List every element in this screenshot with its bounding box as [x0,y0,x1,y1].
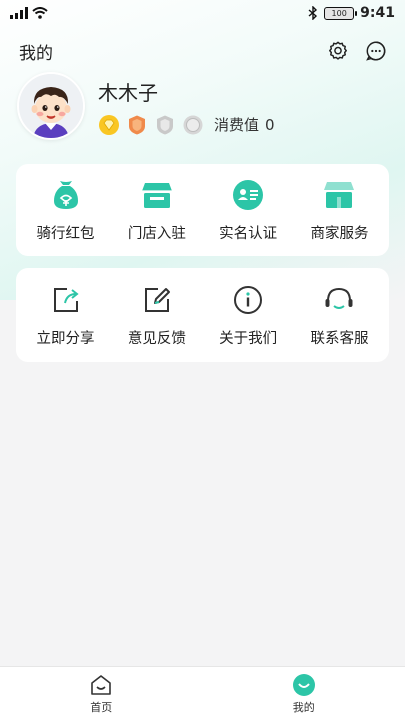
consumption-value: 消费值 0 [214,114,275,135]
battery-level: 100 [331,8,347,18]
tab-mine-label: 我的 [292,700,315,714]
battery-indicator: 100 [324,6,358,20]
bluetooth-icon [308,6,318,20]
quick-action-label: 实名认证 [219,225,278,242]
share-icon [53,287,79,312]
gold-diamond-badge-icon [99,114,119,135]
more-action-label: 联系客服 [310,330,369,347]
quick-actions-card: 骑行红包 门店入驻 实名认证 商家服务 [16,164,389,256]
merchant-service-icon [324,181,355,208]
page-header: 我的 [0,36,405,66]
tab-home-label: 首页 [90,700,113,714]
quick-action-label: 商家服务 [310,225,369,242]
more-action-label: 关于我们 [219,330,278,347]
merchant-service-button[interactable]: 商家服务 [294,164,385,256]
status-bar: 100 9:41 [0,0,405,26]
feedback-button[interactable]: 意见反馈 [111,268,202,362]
status-time: 9:41 [360,5,395,21]
quick-action-label: 门店入驻 [127,225,186,242]
quick-action-label: 骑行红包 [36,225,95,242]
headset-icon [325,287,353,309]
smile-profile-icon [292,673,315,696]
profile-section[interactable]: 木木子 消费值 0 [17,71,397,141]
gold-level-badge[interactable] [98,114,120,136]
page-title: 我的 [19,43,53,64]
info-icon [234,285,263,314]
tab-mine[interactable]: 我的 [203,667,405,720]
about-us-button[interactable]: 关于我们 [203,268,294,362]
home-icon [91,674,112,695]
id-card-icon [233,179,264,210]
cartoon-boy-avatar-icon [19,74,83,138]
grey-shield-badge-icon [157,115,173,134]
ride-red-packet-button[interactable]: 骑行红包 [20,164,111,256]
bronze-shield-badge-icon [129,115,145,134]
more-action-label: 立即分享 [36,330,95,347]
store-icon [141,182,172,208]
messages-button[interactable] [364,39,388,63]
gear-icon [329,41,347,60]
bottom-tab-bar: 首页 我的 [0,666,405,720]
share-now-button[interactable]: 立即分享 [20,268,111,362]
grey-medal-badge-icon [183,115,203,134]
store-settle-button[interactable]: 门店入驻 [111,164,202,256]
red-packet-icon [53,180,78,209]
consumption-label: 消费值 [214,116,260,134]
locked-level-badge[interactable] [182,114,204,136]
feedback-edit-icon [144,287,170,312]
contact-support-button[interactable]: 联系客服 [294,268,385,362]
avatar[interactable] [17,72,85,140]
bronze-level-badge[interactable] [126,114,148,136]
chat-bubble-icon [366,41,386,61]
silver-level-badge[interactable] [154,114,176,136]
settings-button[interactable] [326,39,350,63]
real-name-auth-button[interactable]: 实名认证 [203,164,294,256]
more-action-label: 意见反馈 [127,330,186,347]
tab-home[interactable]: 首页 [0,667,203,720]
username: 木木子 [98,80,158,105]
more-actions-card: 立即分享 意见反馈 关于我们 联系客服 [16,268,389,362]
wifi-icon [32,7,48,19]
consumption-number: 0 [265,116,275,134]
cellular-signal-icon [10,7,28,19]
